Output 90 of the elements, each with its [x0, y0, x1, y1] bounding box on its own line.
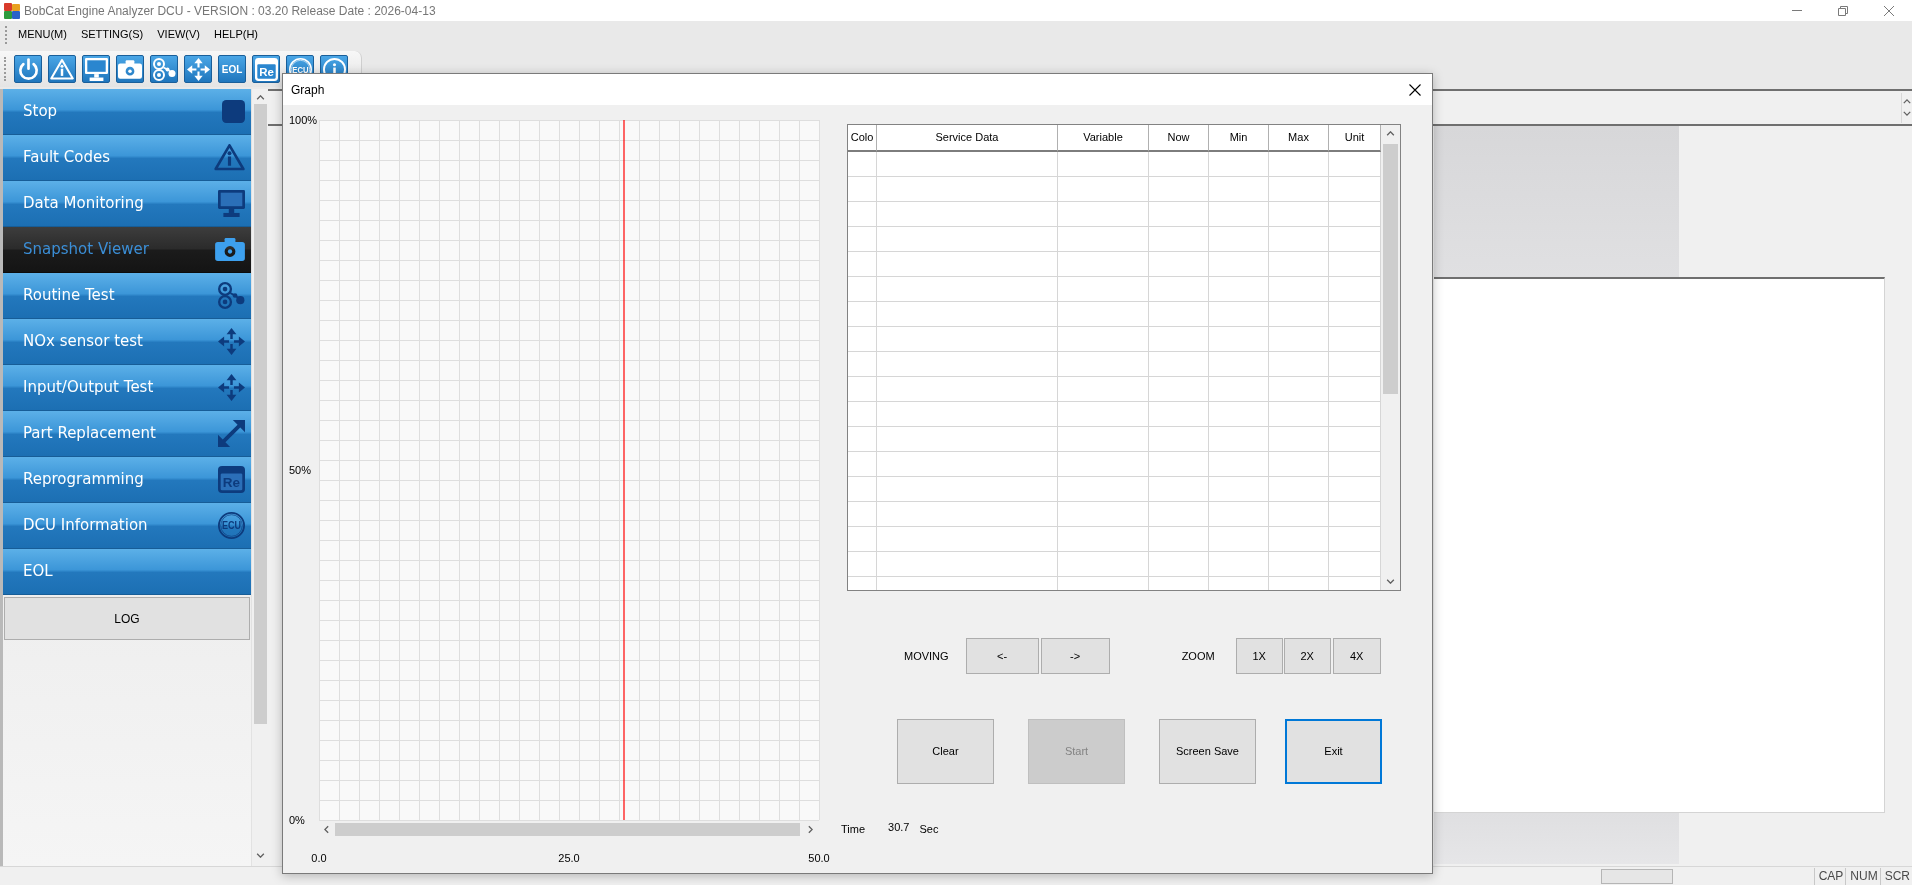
chevron-left-icon[interactable] [324, 825, 329, 834]
column-header[interactable]: Colo [848, 125, 877, 152]
window-title: BobCat Engine Analyzer DCU - VERSION : 03.20 Release Date : 2026-04-13 [24, 2, 436, 20]
toolbar-button[interactable]: Re [252, 55, 280, 83]
status-indicator: NUM [1845, 867, 1880, 885]
monitor-icon [84, 57, 108, 81]
column-header[interactable]: Variable [1058, 125, 1149, 152]
ecu-icon: ECU [218, 512, 245, 539]
scrollbar-thumb[interactable] [335, 823, 800, 836]
linked-circles-icon [152, 57, 176, 81]
linked-circles-icon [218, 282, 245, 309]
camera-icon [215, 238, 245, 261]
time-unit: Sec [919, 821, 939, 837]
axis-label: 0.0 [311, 852, 327, 864]
log-button[interactable]: LOG [4, 597, 250, 640]
chevron-up-icon[interactable] [255, 95, 265, 100]
four-arrows-icon [218, 328, 245, 355]
sidebar-item[interactable]: Input/Output Test [3, 365, 251, 411]
toolbar-button[interactable] [14, 55, 42, 83]
sidebar-item[interactable]: Data Monitoring [3, 181, 251, 227]
chevron-right-icon[interactable] [808, 825, 813, 834]
zoom-button[interactable]: 4X [1332, 638, 1381, 674]
axis-label: 50.0 [808, 852, 830, 864]
column-header[interactable]: Unit [1329, 125, 1381, 152]
menu-item[interactable]: VIEW(V) [150, 24, 207, 45]
axis-label: 100% [289, 114, 318, 126]
app-icon [4, 2, 20, 19]
four-arrows-icon [186, 57, 210, 81]
sidebar-item[interactable]: Part Replacement [3, 411, 251, 457]
grip-handle[interactable] [4, 57, 7, 81]
exit-button[interactable]: Exit [1285, 719, 1382, 784]
camera-icon [118, 59, 142, 79]
scrollbar-thumb[interactable] [253, 104, 267, 724]
column-header[interactable]: Max [1269, 125, 1329, 152]
close-icon [1409, 83, 1421, 96]
diagonal-arrows-icon [218, 420, 245, 447]
moving-button[interactable]: -> [1040, 638, 1110, 674]
toolbar-button[interactable] [82, 55, 110, 83]
close-icon [1884, 5, 1894, 16]
menu-item[interactable]: MENU(M) [11, 24, 74, 45]
sidebar-item[interactable]: Fault Codes [3, 135, 251, 181]
toolbar-button[interactable] [48, 55, 76, 83]
time-label: Time [841, 821, 866, 837]
axis-label: 25.0 [558, 852, 580, 864]
monitor-icon [218, 190, 245, 217]
sidebar-item[interactable]: Routine Test [3, 273, 251, 319]
moving-button[interactable]: <- [965, 638, 1039, 674]
sidebar-item[interactable]: NOx sensor test [3, 319, 251, 365]
restore-icon [1838, 5, 1848, 16]
chevron-down-icon[interactable] [1386, 579, 1395, 584]
moving-label: MOVING [904, 648, 949, 664]
scrollbar-thumb[interactable] [1383, 144, 1398, 394]
four-arrows-icon [218, 374, 245, 401]
sidebar-item[interactable]: EOL [3, 549, 251, 595]
minimize-icon [1792, 10, 1802, 11]
sidebar-item[interactable]: Snapshot Viewer [3, 227, 251, 273]
menu-item[interactable]: HELP(H) [207, 24, 266, 45]
dialog-title: Graph [291, 81, 325, 99]
chevron-down-icon[interactable] [1903, 111, 1911, 116]
menu-item[interactable]: SETTING(S) [73, 24, 151, 45]
status-indicator: CAP [1813, 867, 1846, 885]
stop-icon [222, 100, 245, 123]
warning-icon [214, 144, 245, 171]
toolbar-button[interactable] [150, 55, 178, 83]
sidebar-item[interactable]: Reprogramming Re [3, 457, 251, 503]
clear-button[interactable]: Clear [897, 719, 994, 784]
column-header[interactable]: Service Data [877, 125, 1058, 152]
toolbar-button[interactable] [184, 55, 212, 83]
zoom-button[interactable]: 2X [1283, 638, 1331, 674]
grip-handle[interactable] [5, 25, 8, 44]
sidebar-item[interactable]: DCU Information ECU [3, 503, 251, 549]
toolbar-button[interactable] [116, 55, 144, 83]
power-icon [16, 57, 40, 81]
file-icon: Re [218, 466, 245, 493]
warning-icon [50, 58, 74, 80]
chevron-up-icon[interactable] [1386, 131, 1395, 136]
status-indicator: SCR [1879, 867, 1912, 885]
time-value: 30.7 [888, 820, 910, 836]
screen-save-button[interactable]: Screen Save [1159, 719, 1256, 784]
column-header[interactable]: Now [1149, 125, 1209, 152]
column-header[interactable]: Min [1209, 125, 1269, 152]
axis-label: 50% [289, 464, 312, 476]
sidebar-item[interactable]: Stop [3, 89, 251, 135]
chevron-down-icon[interactable] [255, 853, 265, 858]
toolbar-button[interactable]: EOL [218, 55, 246, 83]
axis-label: 0% [289, 814, 305, 826]
chevron-up-icon[interactable] [1903, 99, 1911, 104]
zoom-label: ZOOM [1181, 648, 1215, 664]
spin-button[interactable] [1901, 92, 1912, 123]
zoom-button[interactable]: 1X [1235, 638, 1283, 674]
